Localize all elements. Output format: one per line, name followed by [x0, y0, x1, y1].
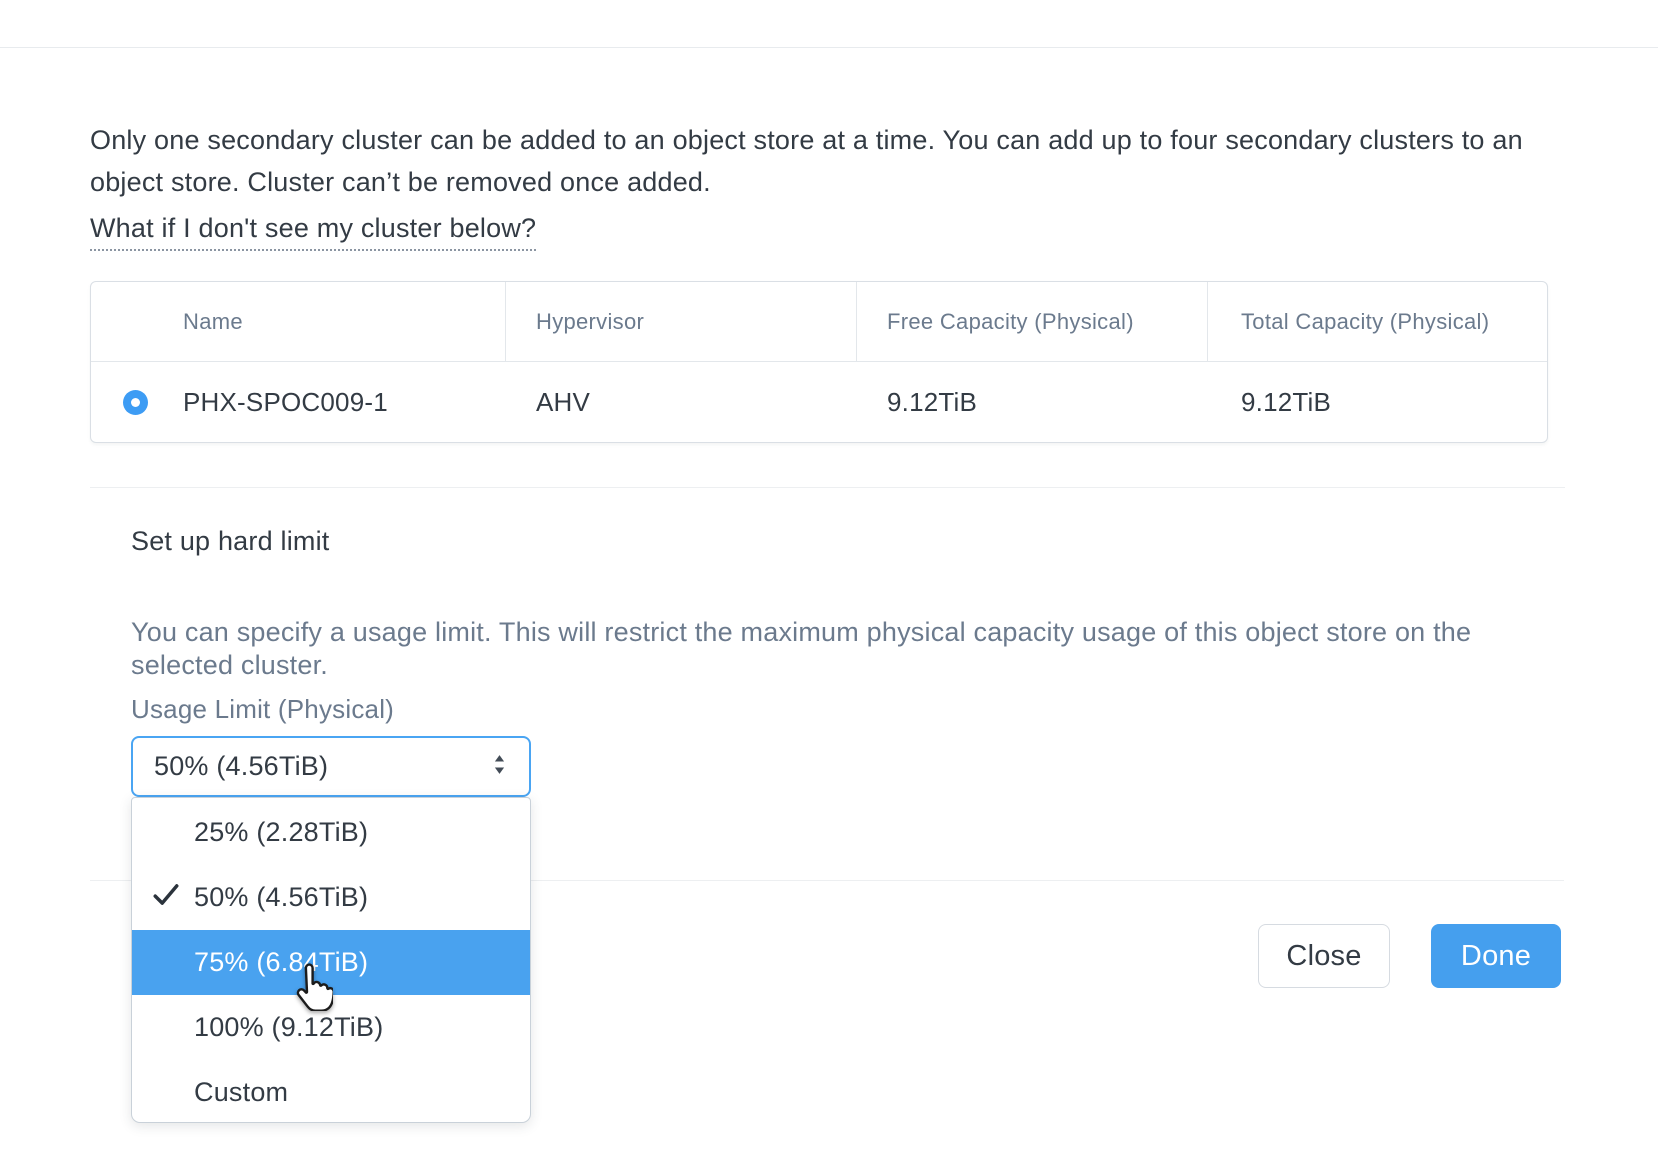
option-label: Custom [194, 1077, 289, 1107]
table-row[interactable]: PHX-SPOC009-1 AHV 9.12TiB 9.12TiB [91, 362, 1547, 443]
section-divider [90, 487, 1565, 488]
usage-limit-label: Usage Limit (Physical) [131, 694, 395, 724]
cell-free-capacity: 9.12TiB [887, 387, 978, 417]
intro-text: Only one secondary cluster can be added … [90, 125, 1523, 197]
option-label: 75% (6.84TiB) [194, 947, 369, 977]
header-free-capacity: Free Capacity (Physical) [857, 282, 1208, 361]
top-divider [0, 47, 1658, 48]
dropdown-option-custom[interactable]: Custom [132, 1060, 530, 1125]
header-hypervisor: Hypervisor [506, 282, 857, 361]
hard-limit-title: Set up hard limit [131, 526, 330, 556]
usage-limit-dropdown: 25% (2.28TiB) 50% (4.56TiB) 75% (6.84TiB… [131, 797, 531, 1123]
cluster-table: Name Hypervisor Free Capacity (Physical)… [90, 281, 1548, 443]
header-total-capacity: Total Capacity (Physical) [1241, 308, 1490, 334]
hard-limit-description: You can specify a usage limit. This will… [131, 617, 1472, 680]
cluster-help-link[interactable]: What if I don't see my cluster below? [90, 213, 537, 251]
done-button[interactable]: Done [1431, 924, 1561, 988]
add-secondary-cluster-dialog: Only one secondary cluster can be added … [0, 0, 1658, 1155]
hand-pointer-cursor [289, 963, 335, 1016]
dropdown-option-25[interactable]: 25% (2.28TiB) [132, 800, 530, 865]
cluster-table-header: Name Hypervisor Free Capacity (Physical)… [91, 282, 1547, 362]
cell-total-capacity: 9.12TiB [1241, 387, 1332, 417]
usage-limit-selected-value: 50% (4.56TiB) [154, 751, 329, 781]
header-name: Name [91, 282, 506, 361]
option-label: 25% (2.28TiB) [194, 817, 369, 847]
cluster-name: PHX-SPOC009-1 [183, 387, 388, 417]
updown-stepper-icon [492, 752, 507, 781]
usage-limit-select[interactable]: 50% (4.56TiB) [131, 736, 531, 797]
cluster-radio[interactable] [123, 390, 148, 415]
cell-name: PHX-SPOC009-1 [91, 362, 506, 443]
option-label: 100% (9.12TiB) [194, 1012, 384, 1042]
close-button[interactable]: Close [1258, 924, 1390, 988]
dropdown-option-50[interactable]: 50% (4.56TiB) [132, 865, 530, 930]
cell-hypervisor: AHV [536, 387, 591, 417]
option-label: 50% (4.56TiB) [194, 882, 369, 912]
check-icon [152, 881, 180, 914]
